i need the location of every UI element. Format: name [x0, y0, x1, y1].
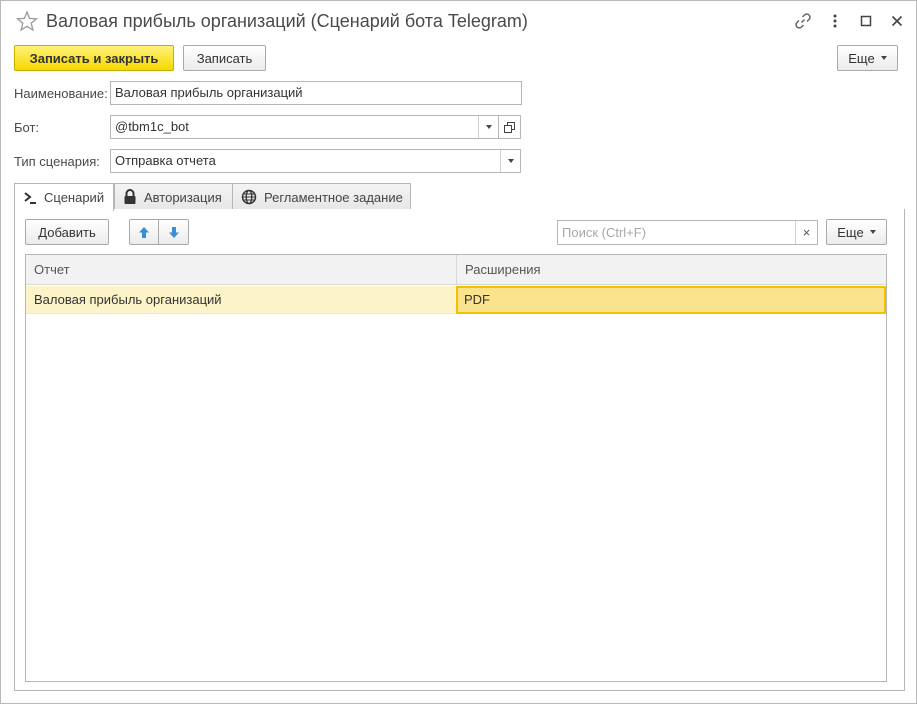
cell-extension[interactable]: PDF	[456, 286, 886, 314]
scenario-type-field[interactable]: Отправка отчета	[110, 149, 521, 173]
column-header-extensions[interactable]: Расширения	[456, 255, 886, 285]
globe-icon	[241, 189, 257, 205]
search-box: ×	[557, 220, 818, 245]
move-down-button[interactable]	[158, 219, 189, 245]
dropdown-arrow-icon	[485, 125, 492, 129]
tab-scheduled-job[interactable]: Регламентное задание	[232, 183, 411, 210]
move-up-button[interactable]	[129, 219, 159, 245]
link-icon[interactable]	[793, 11, 813, 31]
name-label: Наименование:	[14, 86, 108, 101]
table-more-button[interactable]: Еще	[826, 219, 887, 245]
chevron-down-icon	[880, 56, 887, 60]
title-bar: Валовая прибыль организаций (Сценарий бо…	[1, 1, 916, 41]
form-window: Валовая прибыль организаций (Сценарий бо…	[0, 0, 917, 704]
close-icon[interactable]	[887, 11, 907, 31]
save-button[interactable]: Записать	[183, 45, 266, 71]
scenario-type-label: Тип сценария:	[14, 154, 100, 169]
tab-label: Авторизация	[144, 189, 222, 205]
cell-report[interactable]: Валовая прибыль организаций	[26, 286, 456, 314]
terminal-icon	[23, 191, 37, 205]
more-actions-icon[interactable]	[825, 11, 845, 31]
tab-label: Сценарий	[44, 190, 105, 205]
table-header: Отчет Расширения	[26, 255, 886, 285]
favorite-star-icon[interactable]	[15, 10, 39, 32]
bot-label: Бот:	[14, 120, 40, 135]
scenario-type-value: Отправка отчета	[115, 153, 216, 168]
name-field[interactable]: Валовая прибыль организаций	[110, 81, 522, 105]
more-button-label: Еще	[848, 50, 875, 66]
search-clear-button[interactable]: ×	[795, 221, 817, 244]
bot-dropdown-button[interactable]	[478, 116, 498, 138]
window-title: Валовая прибыль организаций (Сценарий бо…	[46, 11, 528, 31]
dropdown-arrow-icon	[507, 159, 514, 163]
more-button[interactable]: Еще	[837, 45, 898, 71]
bot-field[interactable]: @tbm1c_bot	[110, 115, 499, 139]
arrow-up-icon	[139, 226, 149, 238]
tab-scenario[interactable]: Сценарий	[14, 183, 114, 211]
name-value: Валовая прибыль организаций	[115, 85, 303, 100]
lock-icon	[123, 189, 137, 205]
scenario-type-dropdown-button[interactable]	[500, 150, 520, 172]
chevron-down-icon	[869, 230, 876, 234]
bot-open-button[interactable]	[498, 115, 521, 139]
add-button[interactable]: Добавить	[25, 219, 109, 245]
table-row[interactable]: Валовая прибыль организаций PDF	[26, 286, 886, 314]
maximize-icon[interactable]	[856, 11, 876, 31]
more-button-label: Еще	[837, 224, 864, 240]
arrow-down-icon	[168, 226, 179, 238]
open-icon	[504, 121, 515, 133]
tab-authorization[interactable]: Авторизация	[114, 183, 233, 210]
bot-value: @tbm1c_bot	[115, 119, 189, 134]
save-and-close-button[interactable]: Записать и закрыть	[14, 45, 174, 71]
tab-label: Регламентное задание	[264, 189, 403, 205]
search-input[interactable]	[558, 221, 794, 244]
reports-table: Отчет Расширения Валовая прибыль организ…	[25, 254, 887, 682]
column-header-report[interactable]: Отчет	[26, 255, 456, 285]
